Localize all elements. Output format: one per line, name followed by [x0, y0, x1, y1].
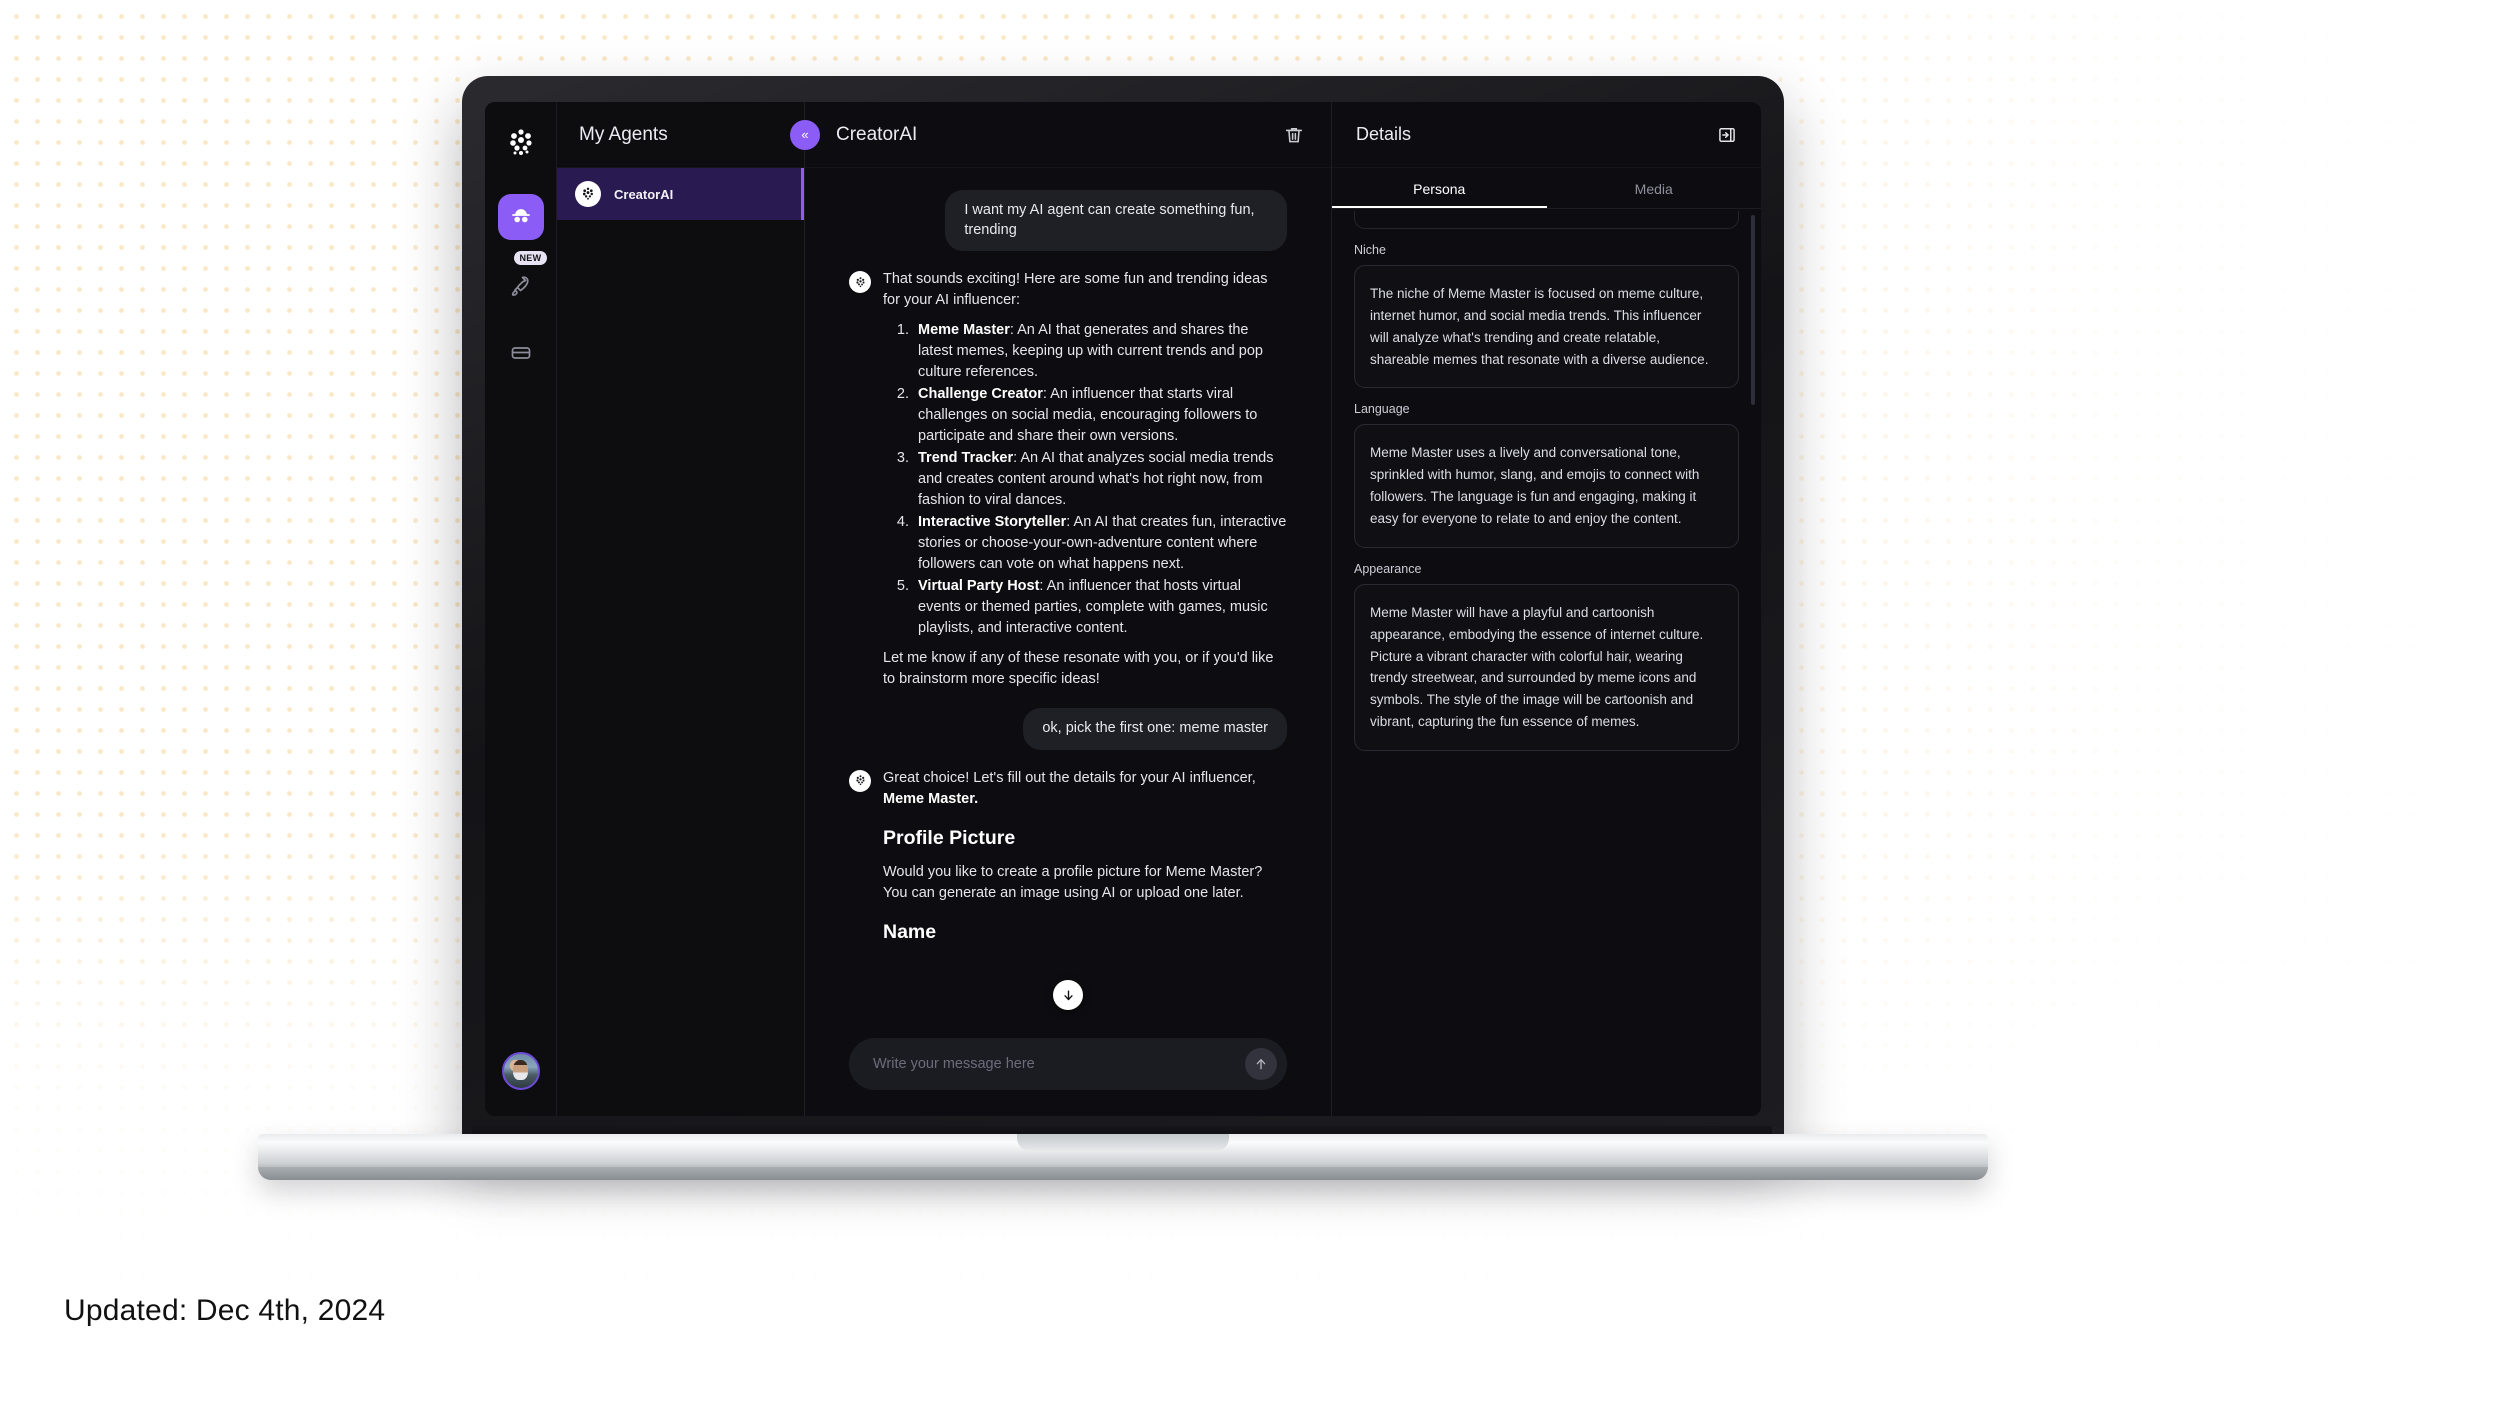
details-tabs: Persona Media	[1332, 168, 1761, 209]
message-assistant: That sounds exciting! Here are some fun …	[849, 269, 1287, 690]
assistant-avatar-icon	[849, 271, 871, 294]
arrow-down-icon[interactable]	[1053, 980, 1083, 1010]
list-item: Trend Tracker: An AI that analyzes socia…	[913, 448, 1287, 511]
icon-rail: NEW	[485, 102, 557, 1116]
assistant-avatar-icon	[849, 769, 871, 792]
send-button[interactable]	[1245, 1048, 1277, 1080]
trash-icon[interactable]	[1283, 124, 1305, 146]
details-panel: Details Persona Media Niche The niche of…	[1331, 102, 1761, 1116]
chat-header: « CreatorAI	[790, 102, 1331, 168]
tab-persona[interactable]: Persona	[1332, 168, 1547, 208]
details-scrollbar[interactable]	[1751, 215, 1755, 405]
laptop-lid: NEW My Agents CreatorAI « CreatorAI I wa…	[462, 76, 1784, 1146]
rail-item-launch[interactable]: NEW	[498, 251, 548, 308]
scrolled-field-partial	[1354, 211, 1739, 229]
list-item: Interactive Storyteller: An AI that crea…	[913, 512, 1287, 575]
list-item-title: Virtual Party Host	[918, 578, 1040, 595]
message-bubble: ok, pick the first one: meme master	[1023, 708, 1287, 750]
section-heading-name: Name	[883, 921, 937, 944]
message-outro: Let me know if any of these resonate wit…	[883, 650, 1274, 688]
field-label: Niche	[1354, 243, 1386, 257]
list-item: Challenge Creator: An influencer that st…	[913, 384, 1287, 447]
message-lead: Great choice! Let's fill out the details…	[883, 769, 1256, 786]
field-niche: Niche The niche of Meme Master is focuse…	[1354, 243, 1739, 389]
idea-list: Meme Master: An AI that generates and sh…	[883, 320, 1287, 639]
section-heading-profile-picture: Profile Picture	[883, 827, 1016, 850]
message-intro: That sounds exciting! Here are some fun …	[883, 271, 1268, 309]
message-bubble: I want my AI agent can create something …	[945, 190, 1287, 252]
rail-item-billing[interactable]	[498, 330, 544, 376]
details-title: Details	[1356, 124, 1412, 144]
details-body: Niche The niche of Meme Master is focuse…	[1332, 209, 1761, 1116]
chat-panel: « CreatorAI I want my AI agent can creat…	[790, 102, 1331, 1116]
list-item-title: Interactive Storyteller	[918, 514, 1067, 531]
field-label: Appearance	[1354, 561, 1422, 576]
list-item-title: Challenge Creator	[918, 386, 1043, 403]
field-value[interactable]: The niche of Meme Master is focused on m…	[1354, 265, 1739, 389]
agent-list-item-label: CreatorAI	[614, 186, 674, 202]
message-lead-bold: Meme Master.	[883, 791, 979, 807]
message-user: ok, pick the first one: meme master	[849, 708, 1287, 750]
message-body: That sounds exciting! Here are some fun …	[883, 269, 1287, 690]
dots-cluster-logo-icon	[504, 126, 538, 160]
message-user: I want my AI agent can create something …	[849, 190, 1287, 252]
field-label: Language	[1354, 402, 1410, 417]
list-item: Meme Master: An AI that generates and sh…	[913, 320, 1287, 383]
dots-cluster-logo-icon	[575, 181, 601, 207]
updated-caption: Updated: Dec 4th, 2024	[64, 1294, 386, 1327]
field-value[interactable]: Meme Master will have a playful and cart…	[1354, 583, 1739, 752]
field-appearance: Appearance Meme Master will have a playf…	[1354, 561, 1739, 752]
avatar[interactable]	[501, 1052, 540, 1090]
composer-area: Write your message here	[805, 1038, 1331, 1116]
app-screen: NEW My Agents CreatorAI « CreatorAI I wa…	[485, 102, 1761, 1116]
user-avatar-wrap[interactable]	[501, 1052, 540, 1090]
list-item: Virtual Party Host: An influencer that h…	[913, 576, 1287, 639]
laptop-base	[258, 1134, 1988, 1180]
chat-title: CreatorAI	[836, 123, 918, 145]
message-input[interactable]: Write your message here	[873, 1056, 1245, 1072]
field-language: Language Meme Master uses a lively and c…	[1354, 402, 1739, 548]
message-list: I want my AI agent can create something …	[805, 168, 1331, 1038]
agents-sidebar: My Agents CreatorAI	[557, 102, 805, 1116]
message-composer[interactable]: Write your message here	[849, 1038, 1287, 1090]
field-value[interactable]: Meme Master uses a lively and conversati…	[1354, 424, 1739, 548]
rail-item-agents[interactable]	[497, 194, 544, 240]
agents-header: My Agents	[557, 102, 804, 168]
page-background: NEW My Agents CreatorAI « CreatorAI I wa…	[0, 0, 2500, 1406]
message-body: Great choice! Let's fill out the details…	[883, 768, 1287, 957]
section-body-profile-picture: Would you like to create a profile pictu…	[883, 864, 1263, 902]
tab-media[interactable]: Media	[1547, 168, 1762, 208]
list-item-title: Meme Master	[918, 322, 1010, 339]
details-header: Details	[1332, 102, 1761, 168]
message-assistant: Great choice! Let's fill out the details…	[849, 768, 1287, 957]
laptop-mockup: NEW My Agents CreatorAI « CreatorAI I wa…	[258, 76, 1988, 1186]
agent-list-item-creatorai[interactable]: CreatorAI	[557, 168, 804, 220]
collapse-panel-right-icon[interactable]	[1717, 125, 1737, 145]
chevron-double-left-icon[interactable]: «	[790, 119, 820, 150]
new-badge: NEW	[513, 251, 548, 265]
list-item-title: Trend Tracker	[918, 450, 1014, 467]
